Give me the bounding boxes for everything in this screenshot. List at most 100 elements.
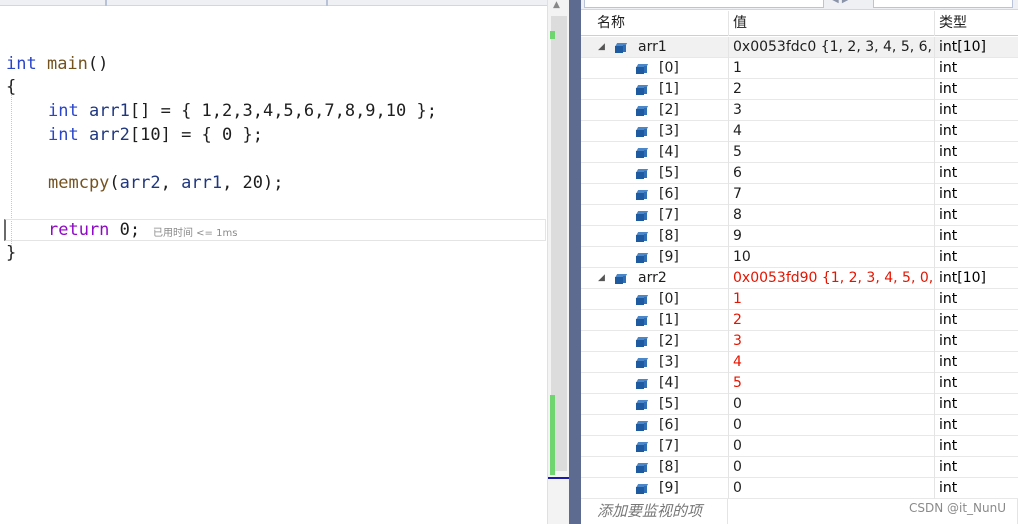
- collapse-triangle-icon[interactable]: ◢: [598, 37, 605, 58]
- value-cell[interactable]: 1: [728, 289, 934, 310]
- value-cell[interactable]: 4: [728, 121, 934, 142]
- watch-element-row[interactable]: [5] 6 int: [581, 163, 1018, 184]
- name-cell: [3]: [581, 121, 728, 142]
- name-cell: [8]: [581, 457, 728, 478]
- type-cell: int: [934, 79, 1018, 100]
- watch-element-row[interactable]: [3] 4 int: [581, 121, 1018, 142]
- value-cell[interactable]: 4: [728, 352, 934, 373]
- watch-window: ◀ ▶ 名称 值 类型 ◢ arr1 0x0053fdc0 {1, 2, 3, 4,…: [581, 0, 1018, 524]
- search-nav-arrows-icon[interactable]: ◀ ▶: [831, 0, 850, 5]
- add-watch-placeholder[interactable]: 添加要监视的项: [597, 502, 702, 520]
- type-cell: int[10]: [934, 37, 1018, 58]
- watch-element-row[interactable]: [4] 5 int: [581, 142, 1018, 163]
- value-cell[interactable]: 0x0053fd90 {1, 2, 3, 4, 5, 0, 0, ...: [728, 268, 934, 289]
- type-cell: int: [934, 205, 1018, 226]
- value-cell[interactable]: 5: [728, 142, 934, 163]
- value-cell[interactable]: 3: [728, 100, 934, 121]
- value-cell[interactable]: 3: [728, 331, 934, 352]
- editor-tab-strip: [0, 0, 547, 6]
- watch-element-row[interactable]: [8] 0 int: [581, 457, 1018, 478]
- value-cell[interactable]: 0: [728, 457, 934, 478]
- watch-element-row[interactable]: [3] 4 int: [581, 352, 1018, 373]
- value-cell[interactable]: 2: [728, 310, 934, 331]
- type-cell: int: [934, 184, 1018, 205]
- code-text: }: [6, 243, 17, 263]
- variable-cube-icon: [635, 169, 649, 179]
- type-cell: int: [934, 373, 1018, 394]
- watch-element-row[interactable]: [1] 2 int: [581, 79, 1018, 100]
- pane-splitter[interactable]: [569, 0, 581, 524]
- search-input[interactable]: [584, 0, 824, 8]
- change-marker: [550, 31, 555, 39]
- column-header-name[interactable]: 名称: [581, 11, 728, 36]
- variable-name: arr1: [638, 39, 667, 55]
- type-cell: int: [934, 247, 1018, 268]
- code-text: , 20);: [222, 173, 284, 193]
- value-cell[interactable]: 1: [728, 58, 934, 79]
- variable-cube-icon: [635, 253, 649, 263]
- value-cell[interactable]: 0x0053fdc0 {1, 2, 3, 4, 5, 6, 7, ...: [728, 37, 934, 58]
- value-cell[interactable]: 0: [728, 415, 934, 436]
- code-editor[interactable]: int main() { int arr1[] = { 1,2,3,4,5,6,…: [0, 0, 547, 524]
- element-index: [6]: [659, 186, 679, 202]
- variable-cube-icon: [635, 64, 649, 74]
- watch-element-row[interactable]: [2] 3 int: [581, 331, 1018, 352]
- watch-header-row: 名称 值 类型: [581, 11, 1018, 36]
- watch-element-row[interactable]: [4] 5 int: [581, 373, 1018, 394]
- name-cell: [3]: [581, 352, 728, 373]
- value-cell[interactable]: 8: [728, 205, 934, 226]
- value-cell[interactable]: 9: [728, 226, 934, 247]
- element-index: [4]: [659, 375, 679, 391]
- watch-element-row[interactable]: [0] 1 int: [581, 58, 1018, 79]
- watch-element-row[interactable]: [5] 0 int: [581, 394, 1018, 415]
- column-header-type[interactable]: 类型: [934, 11, 1018, 36]
- watch-element-row[interactable]: [8] 9 int: [581, 226, 1018, 247]
- value-cell[interactable]: 7: [728, 184, 934, 205]
- watch-element-row[interactable]: [7] 0 int: [581, 436, 1018, 457]
- watch-element-row[interactable]: [2] 3 int: [581, 100, 1018, 121]
- watch-element-row[interactable]: [6] 0 int: [581, 415, 1018, 436]
- code-line-6: memcpy(arr2, arr1, 20);: [48, 173, 283, 193]
- variable-cube-icon: [635, 295, 649, 305]
- search-depth-input[interactable]: [873, 0, 1013, 8]
- watch-element-row[interactable]: [1] 2 int: [581, 310, 1018, 331]
- value-cell[interactable]: 0: [728, 436, 934, 457]
- type-cell: int: [934, 226, 1018, 247]
- editor-scrollbar[interactable]: ▲: [547, 0, 570, 524]
- caret-position-marker: [548, 477, 570, 479]
- variable-cube-icon: [635, 442, 649, 452]
- value-cell[interactable]: 6: [728, 163, 934, 184]
- watch-element-row[interactable]: [0] 1 int: [581, 289, 1018, 310]
- tab-separator: [326, 0, 328, 6]
- value-cell[interactable]: 0: [728, 394, 934, 415]
- value-cell[interactable]: 2: [728, 79, 934, 100]
- watch-element-row[interactable]: [9] 0 int: [581, 478, 1018, 499]
- type-cell: int: [934, 415, 1018, 436]
- name-cell: ◢ arr1: [581, 37, 728, 58]
- scroll-up-icon[interactable]: ▲: [553, 0, 560, 10]
- watch-element-row[interactable]: [9] 10 int: [581, 247, 1018, 268]
- code-text: 0;: [109, 220, 141, 240]
- value-cell[interactable]: 10: [728, 247, 934, 268]
- watch-element-row[interactable]: [6] 7 int: [581, 184, 1018, 205]
- variable-name: arr1: [78, 101, 130, 121]
- element-index: [5]: [659, 165, 679, 181]
- change-marker: [550, 395, 555, 475]
- watch-variable-row[interactable]: ◢ arr1 0x0053fdc0 {1, 2, 3, 4, 5, 6, 7, ..…: [581, 37, 1018, 58]
- column-header-value[interactable]: 值: [728, 11, 934, 36]
- type-cell: int: [934, 310, 1018, 331]
- watch-element-row[interactable]: [7] 8 int: [581, 205, 1018, 226]
- value-cell[interactable]: 5: [728, 373, 934, 394]
- tab-separator: [105, 0, 107, 6]
- type-cell: int: [934, 163, 1018, 184]
- name-cell: [1]: [581, 79, 728, 100]
- variable-cube-icon: [635, 106, 649, 116]
- collapse-triangle-icon[interactable]: ◢: [598, 268, 605, 289]
- value-cell[interactable]: 0: [728, 478, 934, 499]
- type-cell: int: [934, 331, 1018, 352]
- name-cell: [4]: [581, 373, 728, 394]
- element-index: [1]: [659, 81, 679, 97]
- code-line-1: int main(): [6, 54, 108, 74]
- watch-variable-row[interactable]: ◢ arr2 0x0053fd90 {1, 2, 3, 4, 5, 0, 0, ..…: [581, 268, 1018, 289]
- type-cell: int: [934, 457, 1018, 478]
